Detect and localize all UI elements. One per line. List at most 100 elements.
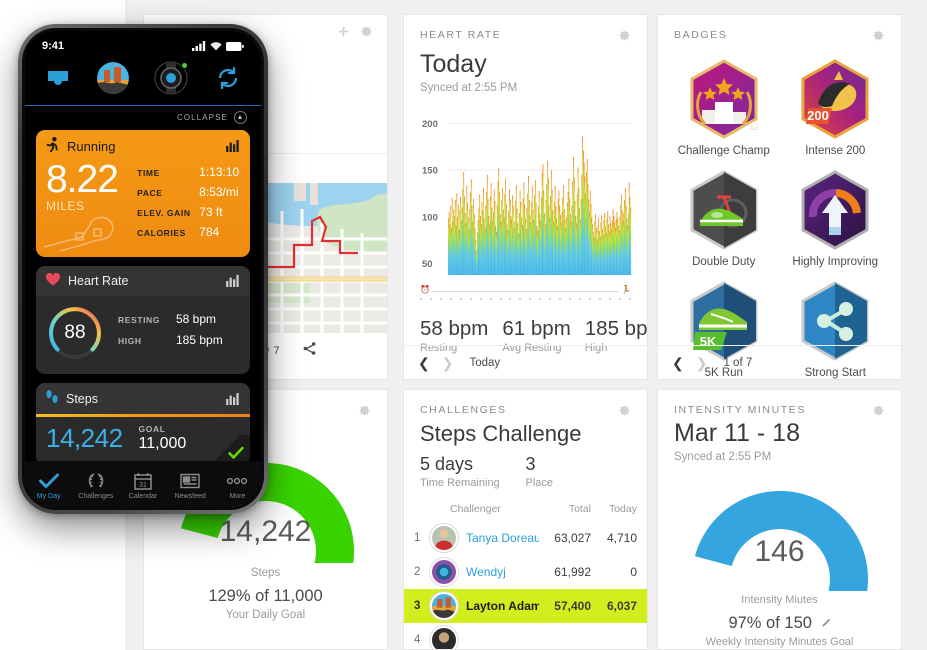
avatar xyxy=(430,524,458,553)
tab-newsfeed[interactable]: Newsfeed xyxy=(167,471,214,500)
table-row[interactable]: 2 Wendyj 61,992 0 xyxy=(404,555,647,589)
badge-intense-200-icon: 200 xyxy=(798,58,872,140)
column-challenger: Challenger xyxy=(450,503,501,516)
svg-text:200: 200 xyxy=(807,108,829,123)
phone-notch xyxy=(91,31,195,50)
steps-widget[interactable]: Steps 14,242 GOAL 11,000 xyxy=(36,383,250,465)
heart-rate-current-value: 88 xyxy=(64,322,86,343)
row-today: 4,710 xyxy=(606,531,637,546)
tab-calendar[interactable]: 31 Calendar xyxy=(119,471,166,500)
badge-item[interactable]: Double Duty xyxy=(668,163,780,272)
heart-rate-card[interactable]: HEART RATE Today Synced at 2:55 PM 200 15… xyxy=(403,14,648,380)
running-metrics: TIME 1:13:10 PACE 8:53/mi ELEV. GAIN 73 … xyxy=(137,162,240,245)
steps-unit-label: Steps xyxy=(250,567,281,579)
chevron-left-icon[interactable]: ❮ xyxy=(418,356,430,370)
gear-icon[interactable] xyxy=(618,404,631,417)
metric-key: CALORIES xyxy=(137,228,186,238)
table-row[interactable]: 4 xyxy=(404,623,647,649)
running-widget[interactable]: Running 8.22 MILES TIME 1:13:10 PACE 8:5… xyxy=(36,130,250,257)
metric-value: 784 xyxy=(199,225,220,239)
row-today: 6,037 xyxy=(606,599,637,614)
newsfeed-icon xyxy=(167,471,214,491)
table-row[interactable]: 1 Tanya Doreau 63,027 4,710 xyxy=(404,521,647,555)
badge-label: Double Duty xyxy=(692,256,756,268)
row-name[interactable]: Layton Adams xyxy=(466,599,539,613)
svg-text:100: 100 xyxy=(422,212,438,223)
tab-label: Calendar xyxy=(128,492,158,500)
share-icon[interactable] xyxy=(302,341,317,361)
heart-rate-widget-body: 88 RESTING 58 bpm HIGH 185 bpm xyxy=(36,296,250,374)
leaderboard-header: Challenger Total Today xyxy=(404,503,647,521)
challenges-card[interactable]: CHALLENGES Steps Challenge 5 days Time R… xyxy=(403,389,648,650)
intensity-minutes-card[interactable]: INTENSITY MINUTES Mar 11 - 18 Synced at … xyxy=(657,389,902,650)
running-metric-calories: CALORIES 784 xyxy=(137,225,240,239)
hr-avg-value: 61 bpm xyxy=(502,316,571,340)
metric-key: TIME xyxy=(137,168,160,178)
hr-high-value: 185 bpm xyxy=(584,316,648,340)
gear-icon[interactable] xyxy=(872,404,885,417)
cellular-signal-icon xyxy=(192,41,206,51)
place-label: Place xyxy=(525,477,554,490)
badge-label: Challenge Champ xyxy=(677,145,770,157)
badge-item[interactable]: x2 Challenge Champ xyxy=(668,52,780,161)
badges-card-header: BADGES xyxy=(658,15,901,42)
gear-icon[interactable] xyxy=(872,29,885,42)
tab-label: My Day xyxy=(36,492,61,500)
check-icon xyxy=(25,471,72,491)
phone-toolbar xyxy=(25,52,261,106)
chart-icon[interactable] xyxy=(226,140,240,152)
gear-icon[interactable] xyxy=(360,25,373,38)
tab-challenges[interactable]: Challenges xyxy=(72,471,119,500)
row-rank: 2 xyxy=(414,566,421,579)
heart-rate-card-body: Today Synced at 2:55 PM 200 150 100 50 xyxy=(404,42,647,281)
badges-card[interactable]: BADGES x2 Challenge Champ 200 Intense 20… xyxy=(657,14,902,380)
svg-text:50: 50 xyxy=(422,259,433,270)
chevron-right-icon[interactable]: ❯ xyxy=(696,356,708,370)
challenge-place: 3 Place xyxy=(526,454,632,489)
phone-screen[interactable]: 9:41 COLLAPSE ▲ Running 8.22 MILES TIME … xyxy=(25,31,261,507)
row-name[interactable]: Tanya Doreau xyxy=(466,531,539,545)
row-rank: 4 xyxy=(414,634,421,647)
steps-goal-label: Your Daily Goal xyxy=(225,609,306,621)
steps-value: 14,242 xyxy=(219,515,312,548)
chevron-left-icon[interactable]: ❮ xyxy=(672,356,684,370)
tab-label: Challenges xyxy=(78,492,114,500)
chart-icon[interactable] xyxy=(226,275,240,287)
metric-value: 58 bpm xyxy=(176,312,217,326)
chevron-up-icon[interactable]: ▲ xyxy=(234,111,247,124)
user-avatar[interactable] xyxy=(97,62,129,94)
badge-item[interactable]: 200 Intense 200 xyxy=(780,52,892,161)
row-name[interactable]: Wendyj xyxy=(466,565,539,579)
metric-key: HIGH xyxy=(118,336,142,346)
challenges-leaderboard: Challenger Total Today 1 Tanya Doreau 63… xyxy=(404,503,647,649)
heart-rate-timeline: ⏰ 🏃 xyxy=(420,285,631,307)
tab-my-day[interactable]: My Day xyxy=(25,471,72,500)
smartwatch-icon[interactable] xyxy=(153,60,189,96)
hr-widget-resting: RESTING 58 bpm xyxy=(118,312,240,326)
status-indicators xyxy=(192,41,244,51)
chart-icon[interactable] xyxy=(226,392,240,405)
metric-key: ELEV. GAIN xyxy=(137,208,191,218)
heart-icon xyxy=(45,272,61,289)
badges-pager: ❮ ❯ 1 of 7 xyxy=(658,345,901,379)
tab-more[interactable]: More xyxy=(214,471,261,500)
inbox-icon[interactable] xyxy=(43,63,73,93)
gear-icon[interactable] xyxy=(358,404,371,417)
heart-rate-widget[interactable]: Heart Rate 88 RESTING 58 bpm HIGH 185 bp… xyxy=(36,266,250,374)
plus-icon[interactable] xyxy=(337,25,350,38)
badge-item[interactable]: Highly Improving xyxy=(780,163,892,272)
pencil-icon[interactable] xyxy=(821,618,831,628)
table-row[interactable]: 3 Layton Adams 57,400 6,037 xyxy=(404,589,647,624)
chevron-right-icon[interactable]: ❯ xyxy=(442,356,454,370)
collapse-control[interactable]: COLLAPSE ▲ xyxy=(25,106,261,130)
metric-value: 1:13:10 xyxy=(199,165,240,179)
steps-widget-header: Steps xyxy=(36,383,250,414)
gear-icon[interactable] xyxy=(618,29,631,42)
svg-text:31: 31 xyxy=(139,482,147,489)
time-remaining-value: 5 days xyxy=(420,454,474,475)
phone-bezel: 9:41 COLLAPSE ▲ Running 8.22 MILES TIME … xyxy=(22,28,264,510)
badges-eyebrow: BADGES xyxy=(674,29,728,41)
sync-icon[interactable] xyxy=(213,63,243,93)
challenges-stats: 5 days Time Remaining 3 Place xyxy=(404,446,647,489)
steps-widget-value: 14,242 xyxy=(46,423,123,453)
